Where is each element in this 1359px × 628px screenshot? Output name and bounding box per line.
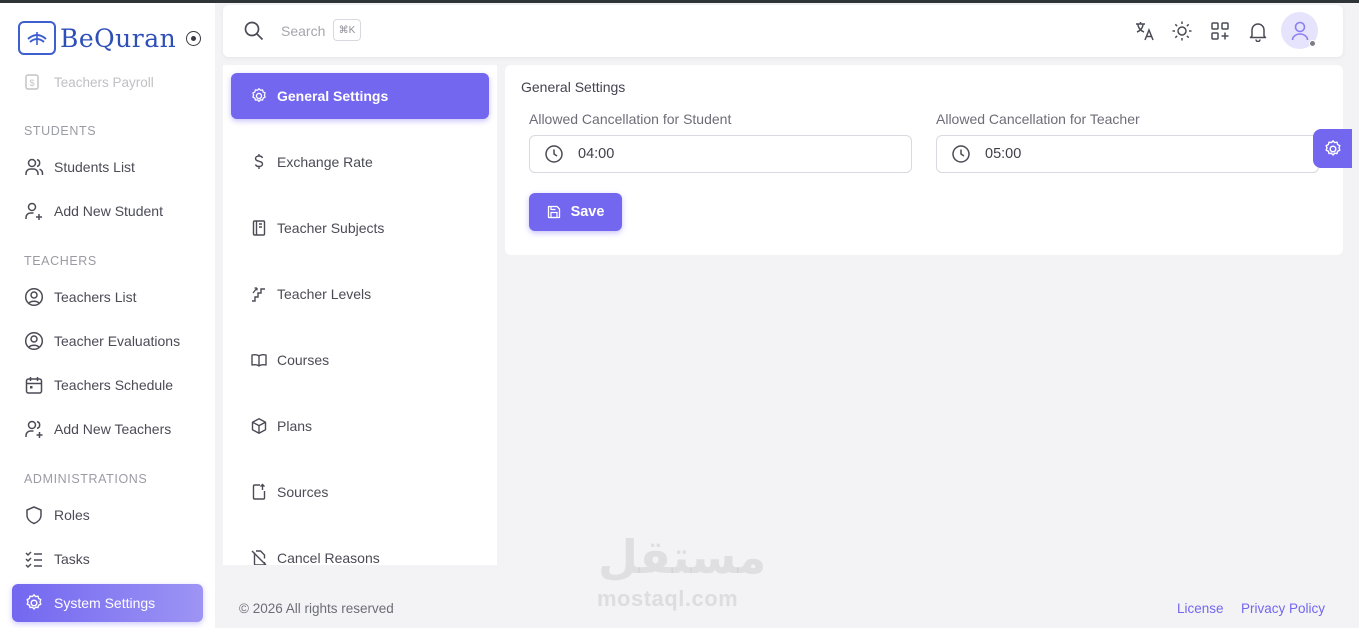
settings-menu-sources[interactable]: Sources [231, 469, 489, 515]
menu-item-label: Teacher Levels [277, 286, 372, 302]
apps-add-icon[interactable] [1209, 20, 1231, 42]
section-title-students: STUDENTS [24, 124, 97, 138]
clock-icon [952, 145, 970, 163]
user-icon [1291, 21, 1308, 40]
user-avatar[interactable] [1281, 12, 1318, 49]
search-icon[interactable] [243, 20, 265, 42]
sidebar-item-teachers-payroll[interactable]: $ Teachers Payroll [24, 73, 154, 91]
sidebar-collapse-toggle-icon[interactable] [186, 30, 202, 46]
save-button-label: Save [570, 204, 605, 220]
user-circle-icon [24, 287, 44, 307]
shield-icon [26, 506, 42, 525]
sidebar-item-add-new-teachers[interactable]: Add New Teachers [12, 410, 203, 448]
watermark-arabic: مستقل [598, 530, 767, 584]
stairs-icon [252, 287, 265, 302]
student-cancellation-label: Allowed Cancellation for Student [529, 111, 732, 127]
bell-icon[interactable] [1247, 20, 1269, 42]
settings-menu-teacher-subjects[interactable]: Teacher Subjects [231, 205, 489, 251]
sidebar-item-students-list[interactable]: Students List [12, 148, 203, 186]
teacher-cancellation-value: 05:00 [985, 146, 1022, 162]
theme-customizer-button[interactable] [1313, 129, 1352, 168]
search-input[interactable]: Search [281, 23, 325, 39]
dollar-icon [254, 154, 264, 169]
student-cancellation-time-input[interactable]: 04:00 [529, 135, 912, 173]
user-plus-icon [25, 202, 42, 220]
settings-menu-teacher-levels[interactable]: Teacher Levels [231, 271, 489, 317]
translate-icon[interactable] [1134, 20, 1156, 42]
sidebar-item-teachers-list[interactable]: Teachers List [12, 278, 203, 316]
menu-item-label: Sources [277, 484, 329, 500]
settings-menu-plans[interactable]: Plans [231, 403, 489, 449]
student-cancellation-value: 04:00 [578, 146, 615, 162]
sidebar-item-label: Tasks [54, 551, 90, 567]
status-indicator [1309, 40, 1316, 47]
menu-item-label: Plans [277, 418, 313, 434]
teacher-cancellation-time-input[interactable]: 05:00 [936, 135, 1319, 173]
user-circle-icon [24, 331, 44, 351]
sidebar-item-label: Add New Student [54, 203, 163, 219]
svg-text:$: $ [29, 78, 34, 88]
gear-icon [1325, 139, 1340, 156]
settings-menu-cancel-reasons[interactable]: Cancel Reasons [231, 535, 489, 565]
box-icon [251, 418, 267, 434]
gear-icon [26, 594, 42, 610]
sidebar-item-add-new-student[interactable]: Add New Student [12, 192, 203, 230]
menu-item-label: Teacher Subjects [277, 220, 385, 236]
list-check-icon [25, 551, 42, 569]
settings-menu: General Settings Exchange Rate Teacher S… [223, 65, 497, 565]
general-settings-card: General Settings Allowed Cancellation fo… [505, 65, 1343, 255]
gear-icon [252, 87, 266, 103]
clock-icon [545, 145, 563, 163]
sidebar-item-teachers-schedule[interactable]: Teachers Schedule [12, 366, 203, 404]
sidebar-item-roles[interactable]: Roles [12, 496, 203, 534]
privacy-policy-link[interactable]: Privacy Policy [1241, 601, 1325, 616]
sidebar-item-teacher-evaluations[interactable]: Teacher Evaluations [12, 322, 203, 360]
users-plus-icon [25, 420, 43, 438]
sidebar-item-label: Add New Teachers [54, 421, 172, 437]
footer-copyright: © 2026 All rights reserved [239, 601, 394, 616]
app-logo[interactable]: BeQuran [18, 21, 202, 55]
license-link[interactable]: License [1177, 601, 1224, 616]
sidebar-item-label: Students List [54, 159, 135, 175]
card-title: General Settings [521, 79, 626, 95]
watermark-latin: mostaql.com [597, 586, 739, 611]
menu-item-label: General Settings [277, 88, 389, 104]
settings-menu-general-settings[interactable]: General Settings [231, 73, 489, 119]
users-icon [25, 158, 44, 175]
sidebar-item-label: Roles [54, 507, 90, 523]
sidebar-item-label: Teachers Schedule [54, 377, 174, 393]
teacher-cancellation-label: Allowed Cancellation for Teacher [936, 111, 1140, 127]
search-shortcut-badge: ⌘K [333, 19, 361, 41]
receipt-icon: $ [25, 74, 39, 90]
book-icon [252, 220, 266, 236]
open-book-icon [251, 354, 267, 367]
calendar-icon [25, 377, 43, 394]
save-icon [547, 205, 560, 219]
settings-menu-courses[interactable]: Courses [231, 337, 489, 383]
file-upload-icon [252, 483, 266, 500]
section-title-administrations: ADMINISTRATIONS [24, 472, 148, 486]
menu-item-label: Courses [277, 352, 330, 368]
sidebar-item-label: Teachers List [54, 289, 137, 305]
top-navbar: Search ⌘K [223, 5, 1343, 57]
sidebar-item-label: Teacher Evaluations [54, 333, 181, 349]
sun-icon[interactable] [1171, 20, 1193, 42]
sidebar-item-label: System Settings [54, 595, 156, 611]
sidebar-item-system-settings[interactable]: System Settings [12, 584, 203, 622]
file-off-icon [251, 550, 267, 565]
sidebar-item-tasks[interactable]: Tasks [12, 540, 203, 578]
save-button[interactable]: Save [529, 193, 622, 231]
section-title-teachers: TEACHERS [24, 254, 97, 268]
sidebar-item-label: Teachers Payroll [54, 74, 154, 90]
menu-item-label: Cancel Reasons [277, 550, 380, 565]
app-name: BeQuran [60, 23, 177, 53]
menu-item-label: Exchange Rate [277, 154, 373, 170]
quran-logo-icon [18, 21, 56, 55]
settings-menu-exchange-rate[interactable]: Exchange Rate [231, 139, 489, 185]
sidebar: BeQuran $ Teachers Payroll STUDENTS Stud… [0, 3, 215, 628]
